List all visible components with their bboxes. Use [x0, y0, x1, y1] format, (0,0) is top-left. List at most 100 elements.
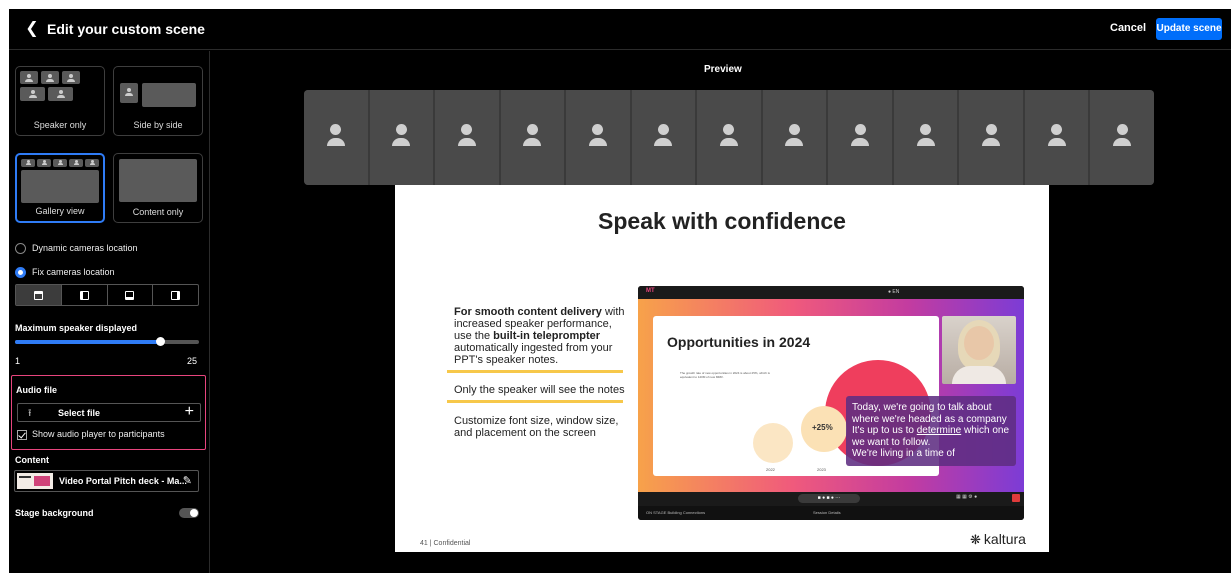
text-segment: Customize font size, window size,	[454, 415, 619, 427]
mock-user-lang: EN	[892, 289, 900, 295]
layout-side-by-side[interactable]: Side by side	[113, 66, 203, 136]
slide-divider	[447, 400, 623, 403]
kaltura-logo: ❋ kaltura	[970, 531, 1026, 548]
person-icon	[854, 124, 866, 135]
person-icon	[920, 124, 932, 135]
pencil-icon[interactable]: ✎	[183, 474, 192, 487]
checkbox-checked[interactable]	[17, 429, 27, 440]
position-top-button[interactable]	[16, 285, 62, 305]
tp-underlined: determine	[916, 425, 962, 436]
person-icon	[657, 124, 669, 135]
chart-circle	[753, 423, 793, 463]
participant-tile-icon	[120, 83, 138, 103]
camera-tile	[369, 90, 434, 185]
camera-position-group	[15, 284, 199, 306]
person-icon	[526, 124, 538, 135]
cancel-button[interactable]: Cancel	[1110, 22, 1146, 34]
back-chevron-icon[interactable]: ❮	[23, 19, 41, 39]
position-bottom-button[interactable]	[108, 285, 154, 305]
radio-button[interactable]	[15, 243, 26, 255]
radio-button[interactable]	[15, 267, 26, 279]
camera-tile	[959, 90, 1023, 185]
person-body	[851, 138, 870, 146]
participant-tile-icon	[20, 87, 45, 101]
layout-label: Gallery view	[35, 206, 85, 216]
person-body	[719, 138, 738, 146]
radio-dynamic-cameras[interactable]: Dynamic cameras location	[15, 243, 138, 255]
kaltura-logo-text: kaltura	[983, 531, 1026, 547]
select-file-button[interactable]: ⭱ Select file +	[17, 403, 201, 422]
person-body	[588, 138, 607, 146]
person-icon	[592, 124, 604, 135]
person-body	[392, 138, 411, 146]
layout-bottom-icon	[125, 290, 135, 300]
camera-tile	[1090, 90, 1154, 185]
text-segment: and placement on the screen	[454, 427, 596, 439]
content-tile	[21, 170, 99, 203]
slide-point-1: For smooth content delivery with increas…	[454, 306, 625, 366]
layout-speaker-only[interactable]: Speaker only	[15, 66, 105, 136]
update-scene-button[interactable]: Update scene	[1156, 18, 1222, 40]
content-thumbnail	[17, 473, 53, 489]
text-bold: built-in teleprompter	[493, 330, 601, 342]
teleprompter-overlay: Today, we're going to talk about where w…	[846, 396, 1016, 466]
mock-media-controls: ■ ● ■ ● ···	[798, 494, 860, 503]
position-right-button[interactable]	[153, 285, 198, 305]
text-segment: increased speaker performance,	[454, 318, 612, 330]
person-icon	[461, 124, 473, 135]
plus-icon[interactable]: +	[185, 403, 194, 421]
speaker-video-thumbnail	[942, 316, 1016, 384]
content-item[interactable]: Video Portal Pitch deck - Ma... ✎	[14, 470, 199, 492]
camera-tile	[631, 90, 696, 185]
person-body	[457, 138, 476, 146]
layout-label: Content only	[132, 207, 184, 217]
layout-content-only[interactable]: Content only	[113, 153, 203, 223]
audio-file-section: Audio file ⭱ Select file + Show audio pl…	[11, 375, 206, 450]
camera-tile	[697, 90, 761, 185]
text-bold: For smooth content delivery	[454, 306, 602, 318]
content-label: Content	[15, 455, 49, 465]
slider-thumb[interactable]	[156, 337, 166, 346]
toggle-knob	[190, 509, 198, 517]
person-body	[326, 138, 345, 146]
person-body	[1047, 138, 1066, 146]
mock-session-details: Session Details	[813, 510, 841, 515]
participant-tile-icon	[85, 159, 99, 167]
teleprompter-text: Today, we're going to talk about where w…	[852, 402, 1014, 460]
content-name: Video Portal Pitch deck - Ma...	[59, 476, 187, 486]
preview-title: Preview	[704, 64, 742, 75]
upload-icon: ⭱	[28, 408, 32, 419]
layout-gallery-view[interactable]: Gallery view	[15, 153, 105, 223]
layout-label: Speaker only	[33, 120, 87, 130]
slide-preview: Speak with confidence For smooth content…	[395, 185, 1049, 552]
camera-tile	[304, 90, 368, 185]
tp-line: We're living in a time of	[852, 448, 955, 459]
settings-panel: Speaker only Side by side Gallery view C…	[9, 51, 210, 573]
stage-background-toggle[interactable]	[179, 508, 199, 518]
person-body	[785, 138, 804, 146]
slider-max-value: 25	[187, 356, 198, 366]
person-icon	[395, 124, 407, 135]
tp-line: where we're headed as a company	[852, 413, 1007, 425]
app-screenshot: MT ● EN Opportunities in 2024 The growth…	[638, 286, 1024, 520]
slide-point-3: Customize font size, window size, and pl…	[454, 415, 618, 439]
position-left-button[interactable]	[62, 285, 108, 305]
stage-background-label: Stage background	[15, 508, 94, 518]
slider-fill	[15, 340, 161, 344]
camera-tile	[435, 90, 499, 185]
mock-card-note: The growth rate of new opportunities in …	[680, 371, 770, 379]
participant-tile-icon	[21, 159, 35, 167]
participant-tile-icon	[20, 71, 38, 84]
text-segment: with	[601, 306, 625, 318]
layout-left-icon	[79, 290, 89, 300]
max-speaker-slider[interactable]	[15, 337, 199, 346]
show-audio-player-checkbox[interactable]: Show audio player to participants	[17, 429, 165, 440]
radio-fix-cameras[interactable]: Fix cameras location	[15, 267, 115, 279]
tp-line: Today, we're going to talk about	[852, 402, 992, 413]
page-title: Edit your custom scene	[47, 21, 205, 37]
person-icon	[330, 124, 342, 135]
camera-tile	[762, 90, 827, 185]
select-file-label: Select file	[58, 408, 101, 418]
layout-right-icon	[171, 290, 181, 300]
slider-min-value: 1	[15, 356, 21, 366]
